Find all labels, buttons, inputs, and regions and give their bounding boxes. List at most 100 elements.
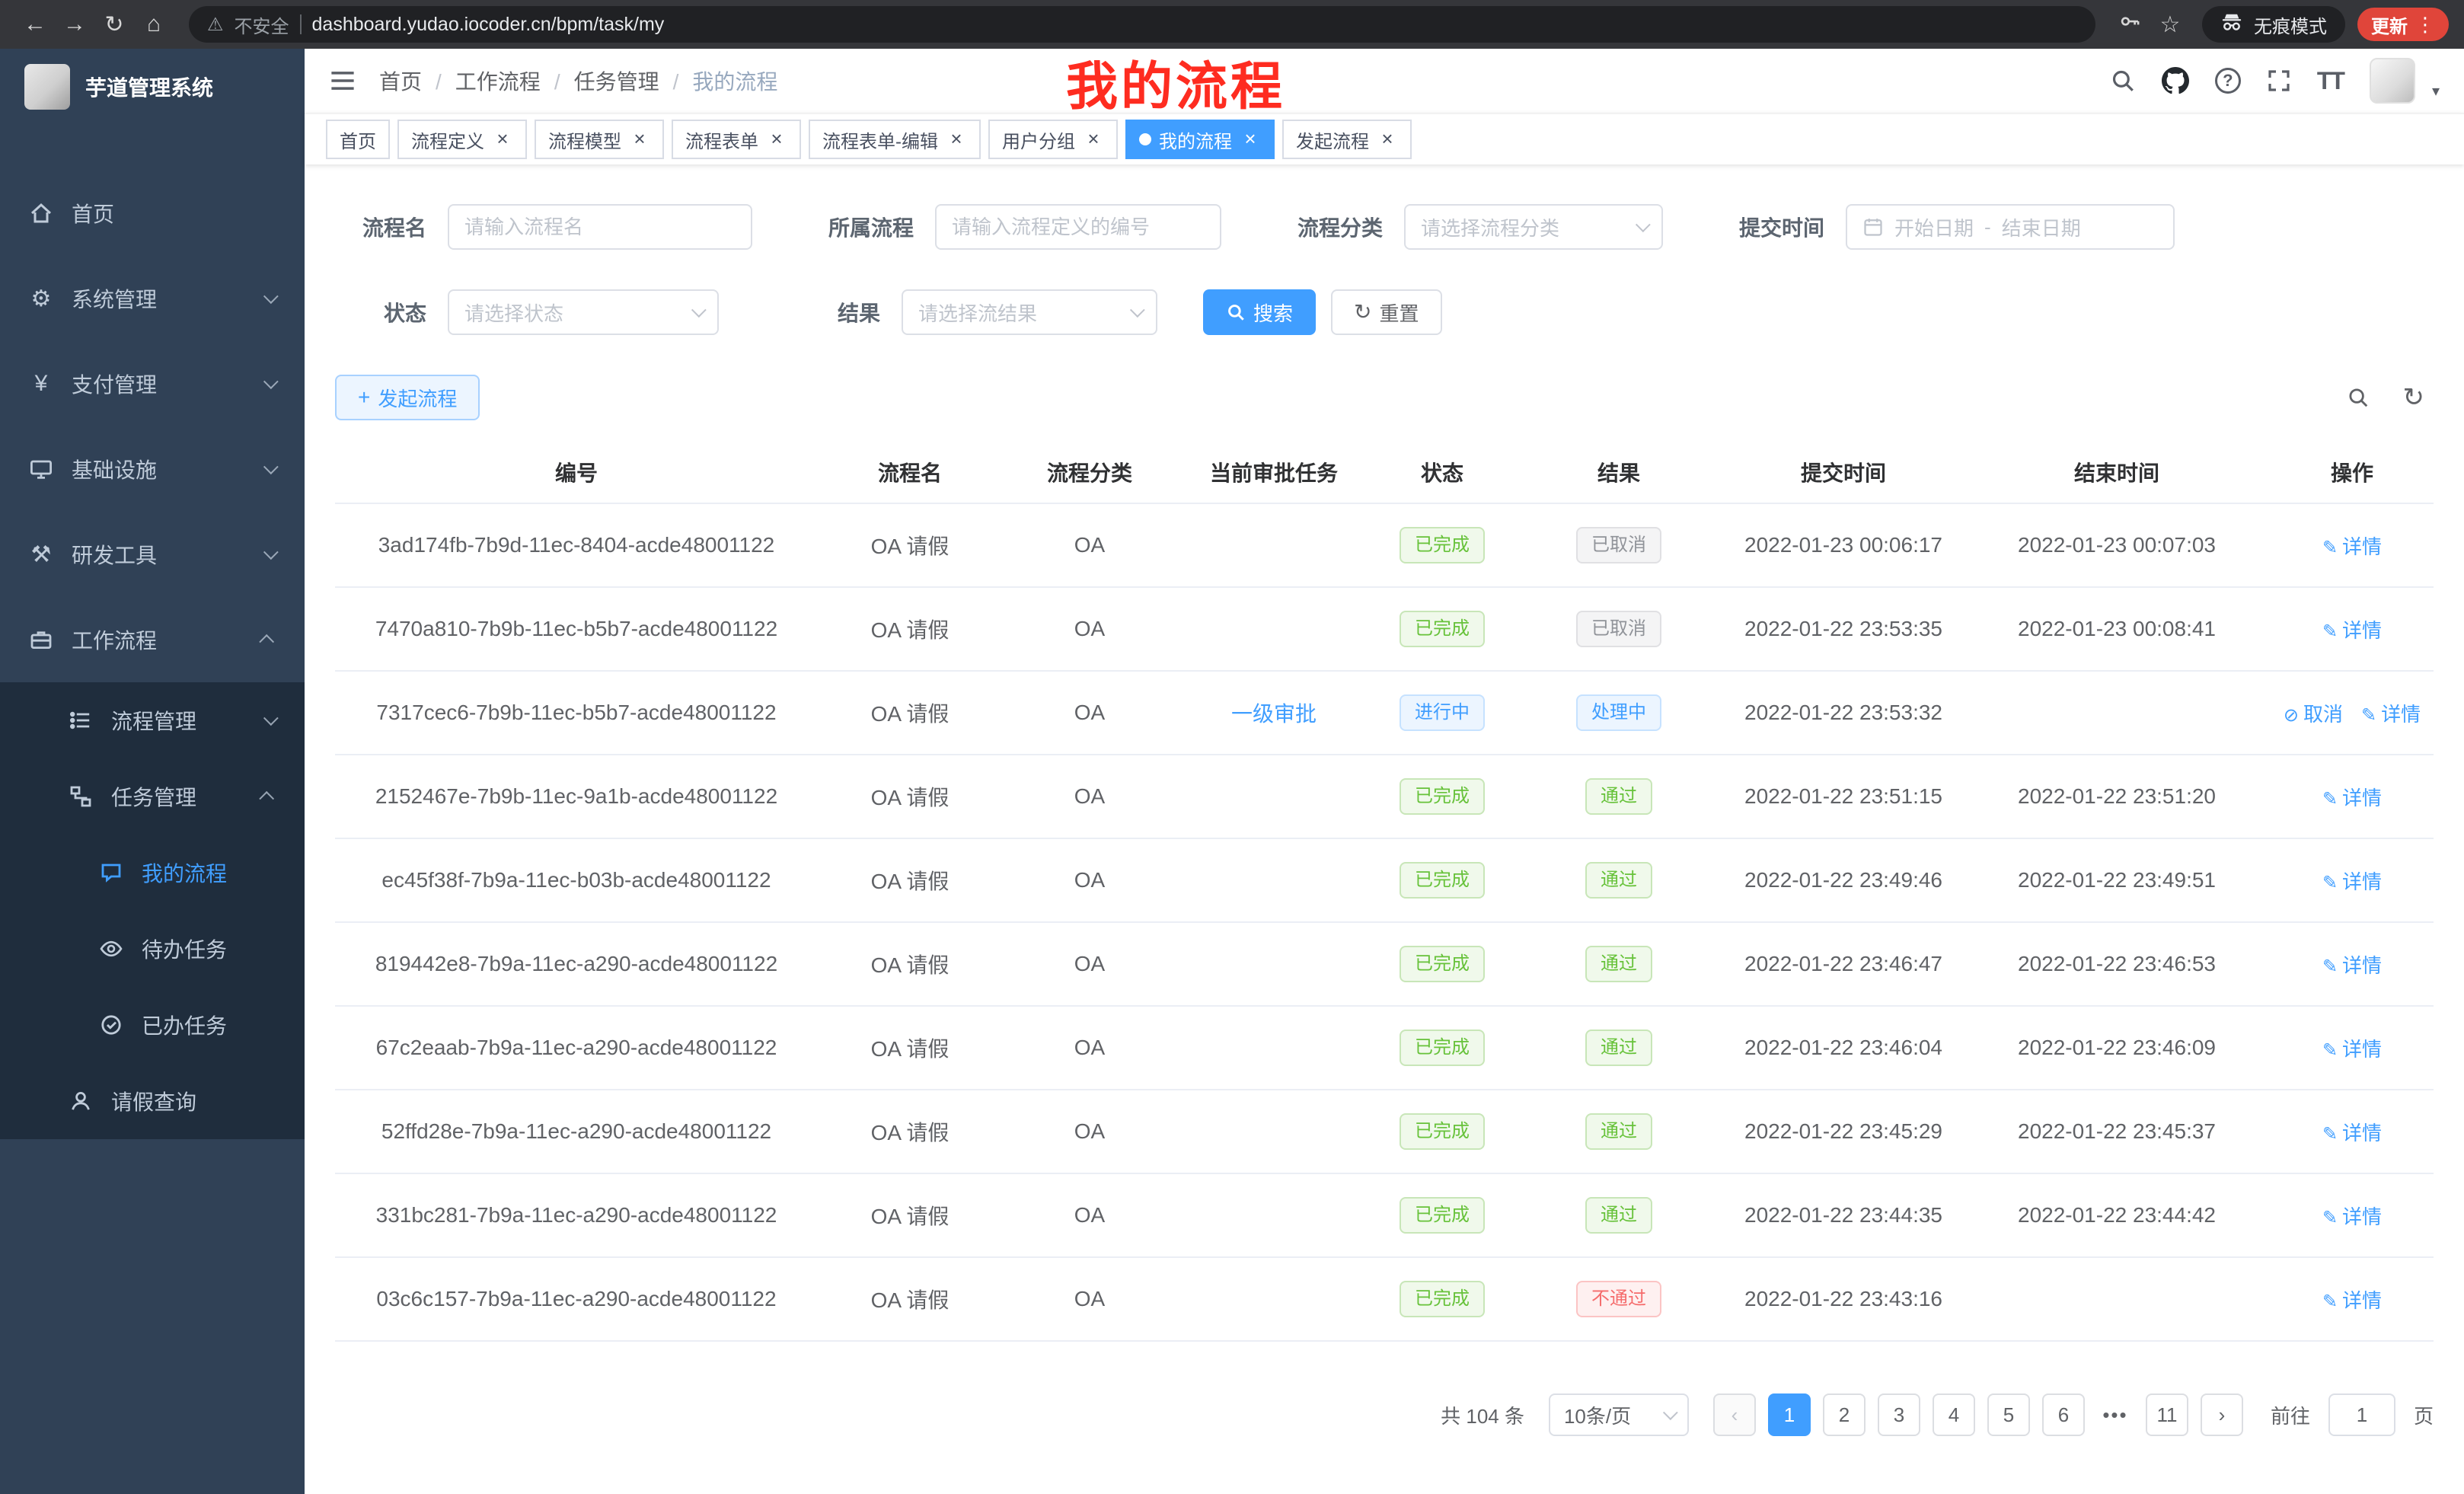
tab-process-definition[interactable]: 流程定义 × — [397, 120, 527, 159]
breadcrumb-item-home[interactable]: 首页 — [379, 65, 455, 96]
sidebar-item-devtools[interactable]: ⚒ 研发工具 — [0, 512, 305, 597]
cell-current-task — [1177, 922, 1371, 1006]
breadcrumb-item-current: 我的流程 — [692, 65, 777, 96]
detail-link[interactable]: ✎详情 — [2322, 1038, 2382, 1061]
sidebar-item-system[interactable]: ⚙ 系统管理 — [0, 256, 305, 341]
tab-user-group[interactable]: 用户分组 × — [988, 120, 1118, 159]
fullscreen-icon[interactable] — [2267, 69, 2291, 93]
detail-link[interactable]: ✎详情 — [2322, 787, 2382, 809]
sidebar-item-my-process[interactable]: 我的流程 — [0, 835, 305, 911]
reset-button[interactable]: ↻ 重置 — [1331, 289, 1441, 335]
address-bar[interactable]: ⚠ 不安全 dashboard.yudao.iocoder.cn/bpm/tas… — [189, 6, 2095, 43]
tab-my-process[interactable]: 我的流程 × — [1125, 120, 1275, 159]
search-icon[interactable] — [2110, 68, 2136, 94]
refresh-table-icon[interactable]: ↻ — [2403, 385, 2425, 410]
reload-icon[interactable]: ↻ — [94, 11, 134, 38]
sidebar-item-home[interactable]: 首页 — [0, 171, 305, 256]
close-tab-icon[interactable]: × — [492, 129, 513, 150]
detail-link[interactable]: ✎详情 — [2322, 1122, 2382, 1144]
sidebar-item-process-management[interactable]: 流程管理 — [0, 682, 305, 758]
avatar-caret-icon[interactable]: ▾ — [2432, 81, 2440, 104]
process-name-input[interactable] — [448, 204, 752, 250]
font-size-icon[interactable]: TT — [2317, 67, 2344, 95]
prev-page-button[interactable]: ‹ — [1713, 1393, 1756, 1436]
page-button-2[interactable]: 2 — [1823, 1393, 1866, 1436]
category-select[interactable]: 请选择流程分类 — [1404, 204, 1663, 250]
close-tab-icon[interactable]: × — [766, 129, 787, 150]
cell-actions: ✎详情 — [2271, 503, 2434, 587]
sidebar-item-workflow[interactable]: 工作流程 — [0, 597, 305, 682]
page-button-1[interactable]: 1 — [1768, 1393, 1811, 1436]
sidebar-item-task-management[interactable]: 任务管理 — [0, 758, 305, 835]
next-page-button[interactable]: › — [2201, 1393, 2243, 1436]
cell-category: OA — [1002, 1006, 1177, 1090]
cell-process-name: OA 请假 — [818, 755, 1002, 838]
cell-result: 通过 — [1514, 1173, 1724, 1257]
bookmark-star-icon[interactable]: ☆ — [2150, 11, 2190, 38]
browser-menu-icon[interactable]: ⋮ — [2415, 13, 2435, 37]
close-tab-icon[interactable]: × — [946, 129, 967, 150]
tab-process-model[interactable]: 流程模型 × — [535, 120, 664, 159]
tab-process-form[interactable]: 流程表单 × — [672, 120, 801, 159]
page-button-6[interactable]: 6 — [2042, 1393, 2085, 1436]
goto-unit: 页 — [2414, 1401, 2434, 1429]
cell-current-task — [1177, 1257, 1371, 1341]
detail-link[interactable]: ✎详情 — [2322, 619, 2382, 642]
page-button-3[interactable]: 3 — [1878, 1393, 1920, 1436]
cancel-icon: ⊘ — [2284, 705, 2299, 726]
close-tab-icon[interactable]: × — [1083, 129, 1104, 150]
not-secure-warning-icon: ⚠ — [207, 14, 224, 36]
page-button-11[interactable]: 11 — [2146, 1393, 2188, 1436]
page-button-4[interactable]: 4 — [1933, 1393, 1975, 1436]
goto-page-input[interactable] — [2328, 1393, 2395, 1436]
incognito-badge[interactable]: 无痕模式 — [2202, 6, 2345, 43]
cell-id: 03c6c157-7b9a-11ec-a290-acde48001122 — [335, 1257, 818, 1341]
sidebar-collapse-icon[interactable] — [329, 67, 356, 94]
submit-time-range[interactable]: 开始日期 - 结束日期 — [1846, 204, 2175, 250]
update-button[interactable]: 更新 ⋮ — [2357, 8, 2449, 41]
close-tab-icon[interactable]: × — [629, 129, 650, 150]
key-icon[interactable] — [2111, 10, 2150, 39]
back-icon[interactable]: ← — [15, 11, 55, 37]
search-toggle-icon[interactable] — [2347, 386, 2370, 409]
github-icon[interactable] — [2162, 67, 2189, 94]
process-definition-input[interactable] — [935, 204, 1221, 250]
detail-link[interactable]: ✎详情 — [2322, 954, 2382, 977]
tab-home[interactable]: 首页 — [326, 120, 390, 159]
sidebar-item-infrastructure[interactable]: 基础设施 — [0, 426, 305, 512]
detail-link[interactable]: ✎详情 — [2322, 1205, 2382, 1228]
sidebar-item-leave-query[interactable]: 请假查询 — [0, 1063, 305, 1139]
page-button-5[interactable]: 5 — [1987, 1393, 2030, 1436]
tab-process-form-edit[interactable]: 流程表单-编辑 × — [809, 120, 981, 159]
page-size-select[interactable]: 10条/页 — [1549, 1393, 1689, 1436]
close-tab-icon[interactable]: × — [1240, 129, 1261, 150]
user-avatar[interactable] — [2370, 58, 2415, 104]
sidebar-item-done-tasks[interactable]: 已办任务 — [0, 987, 305, 1063]
help-icon[interactable]: ? — [2215, 68, 2241, 94]
status-select[interactable]: 请选择状态 — [448, 289, 719, 335]
detail-link[interactable]: ✎详情 — [2361, 703, 2421, 726]
app-logo-row[interactable]: 芋道管理系统 — [0, 49, 305, 125]
cell-end-time: 2022-01-22 23:46:53 — [1963, 922, 2271, 1006]
sidebar-item-payment[interactable]: ¥ 支付管理 — [0, 341, 305, 426]
detail-link[interactable]: ✎详情 — [2322, 1289, 2382, 1312]
search-button[interactable]: 搜索 — [1203, 289, 1316, 335]
cell-process-name: OA 请假 — [818, 671, 1002, 755]
pagination-ellipsis-icon[interactable]: ••• — [2097, 1403, 2134, 1427]
current-task-link[interactable]: 一级审批 — [1231, 702, 1317, 726]
breadcrumb-item-task-management[interactable]: 任务管理 — [574, 65, 693, 96]
date-start-placeholder: 开始日期 — [1894, 213, 1974, 241]
result-select[interactable]: 请选择流结果 — [902, 289, 1157, 335]
close-tab-icon[interactable]: × — [1377, 129, 1398, 150]
start-process-button[interactable]: + 发起流程 — [335, 375, 480, 420]
chevron-down-icon — [1663, 1405, 1678, 1420]
tab-start-process[interactable]: 发起流程 × — [1282, 120, 1412, 159]
breadcrumb-item-workflow[interactable]: 工作流程 — [455, 65, 574, 96]
browser-home-icon[interactable]: ⌂ — [134, 11, 174, 37]
detail-link[interactable]: ✎详情 — [2322, 535, 2382, 558]
forward-icon[interactable]: → — [55, 11, 94, 37]
cancel-link[interactable]: ⊘取消 — [2284, 703, 2343, 726]
briefcase-icon — [27, 627, 55, 652]
detail-link[interactable]: ✎详情 — [2322, 870, 2382, 893]
sidebar-item-todo-tasks[interactable]: 待办任务 — [0, 911, 305, 987]
